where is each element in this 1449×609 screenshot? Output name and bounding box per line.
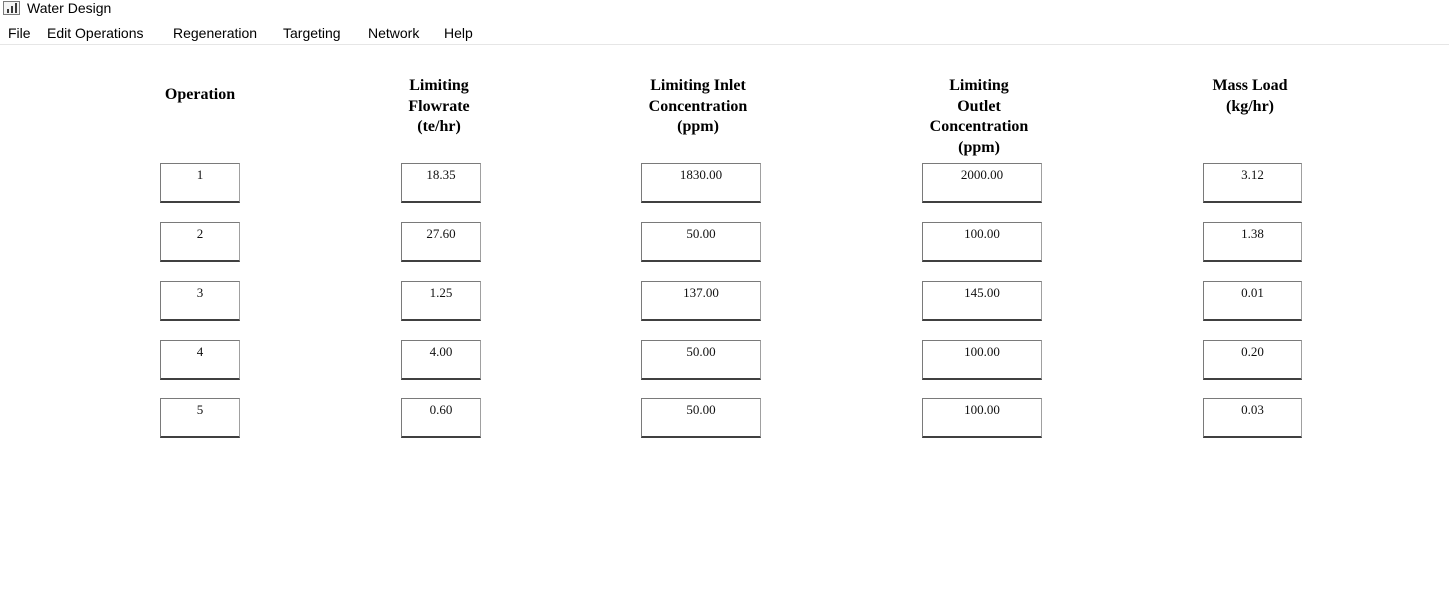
inlet-concentration-field[interactable]: 50.00 (641, 340, 761, 380)
operation-field[interactable]: 1 (160, 163, 240, 203)
outlet-concentration-field[interactable]: 100.00 (922, 340, 1042, 380)
menu-network[interactable]: Network (368, 24, 419, 42)
outlet-concentration-field[interactable]: 145.00 (922, 281, 1042, 321)
mass-load-field[interactable]: 0.03 (1203, 398, 1302, 438)
window-title: Water Design (27, 0, 112, 16)
outlet-concentration-field[interactable]: 100.00 (922, 398, 1042, 438)
header-mass-load: Mass Load (kg/hr) (1212, 77, 1288, 115)
menu-targeting[interactable]: Targeting (283, 24, 341, 42)
header-limiting-inlet-concentration: Limiting Inlet Concentration (ppm) (648, 77, 748, 135)
flowrate-field[interactable]: 18.35 (401, 163, 481, 203)
header-limiting-outlet-concentration: Limiting Outlet Concentration (ppm) (929, 77, 1029, 156)
operation-field[interactable]: 5 (160, 398, 240, 438)
menu-edit-operations[interactable]: Edit Operations (47, 24, 144, 42)
title-bar: Water Design (0, 0, 1449, 18)
flowrate-field[interactable]: 0.60 (401, 398, 481, 438)
menu-regeneration[interactable]: Regeneration (173, 24, 257, 42)
mass-load-field[interactable]: 0.20 (1203, 340, 1302, 380)
flowrate-field[interactable]: 27.60 (401, 222, 481, 262)
outlet-concentration-field[interactable]: 100.00 (922, 222, 1042, 262)
mass-load-field[interactable]: 3.12 (1203, 163, 1302, 203)
flowrate-field[interactable]: 1.25 (401, 281, 481, 321)
header-operation: Operation (164, 86, 236, 103)
mass-load-field[interactable]: 0.01 (1203, 281, 1302, 321)
inlet-concentration-field[interactable]: 137.00 (641, 281, 761, 321)
header-limiting-flowrate: Limiting Flowrate (te/hr) (408, 77, 470, 135)
inlet-concentration-field[interactable]: 50.00 (641, 222, 761, 262)
menu-file[interactable]: File (8, 24, 31, 42)
flowrate-field[interactable]: 4.00 (401, 340, 481, 380)
outlet-concentration-field[interactable]: 2000.00 (922, 163, 1042, 203)
factory-icon (3, 1, 20, 15)
menu-help[interactable]: Help (444, 24, 473, 42)
operation-field[interactable]: 3 (160, 281, 240, 321)
operation-field[interactable]: 2 (160, 222, 240, 262)
inlet-concentration-field[interactable]: 1830.00 (641, 163, 761, 203)
inlet-concentration-field[interactable]: 50.00 (641, 398, 761, 438)
operation-field[interactable]: 4 (160, 340, 240, 380)
menu-divider (0, 44, 1449, 45)
menu-bar: File Edit Operations Regeneration Target… (0, 22, 1449, 43)
mass-load-field[interactable]: 1.38 (1203, 222, 1302, 262)
